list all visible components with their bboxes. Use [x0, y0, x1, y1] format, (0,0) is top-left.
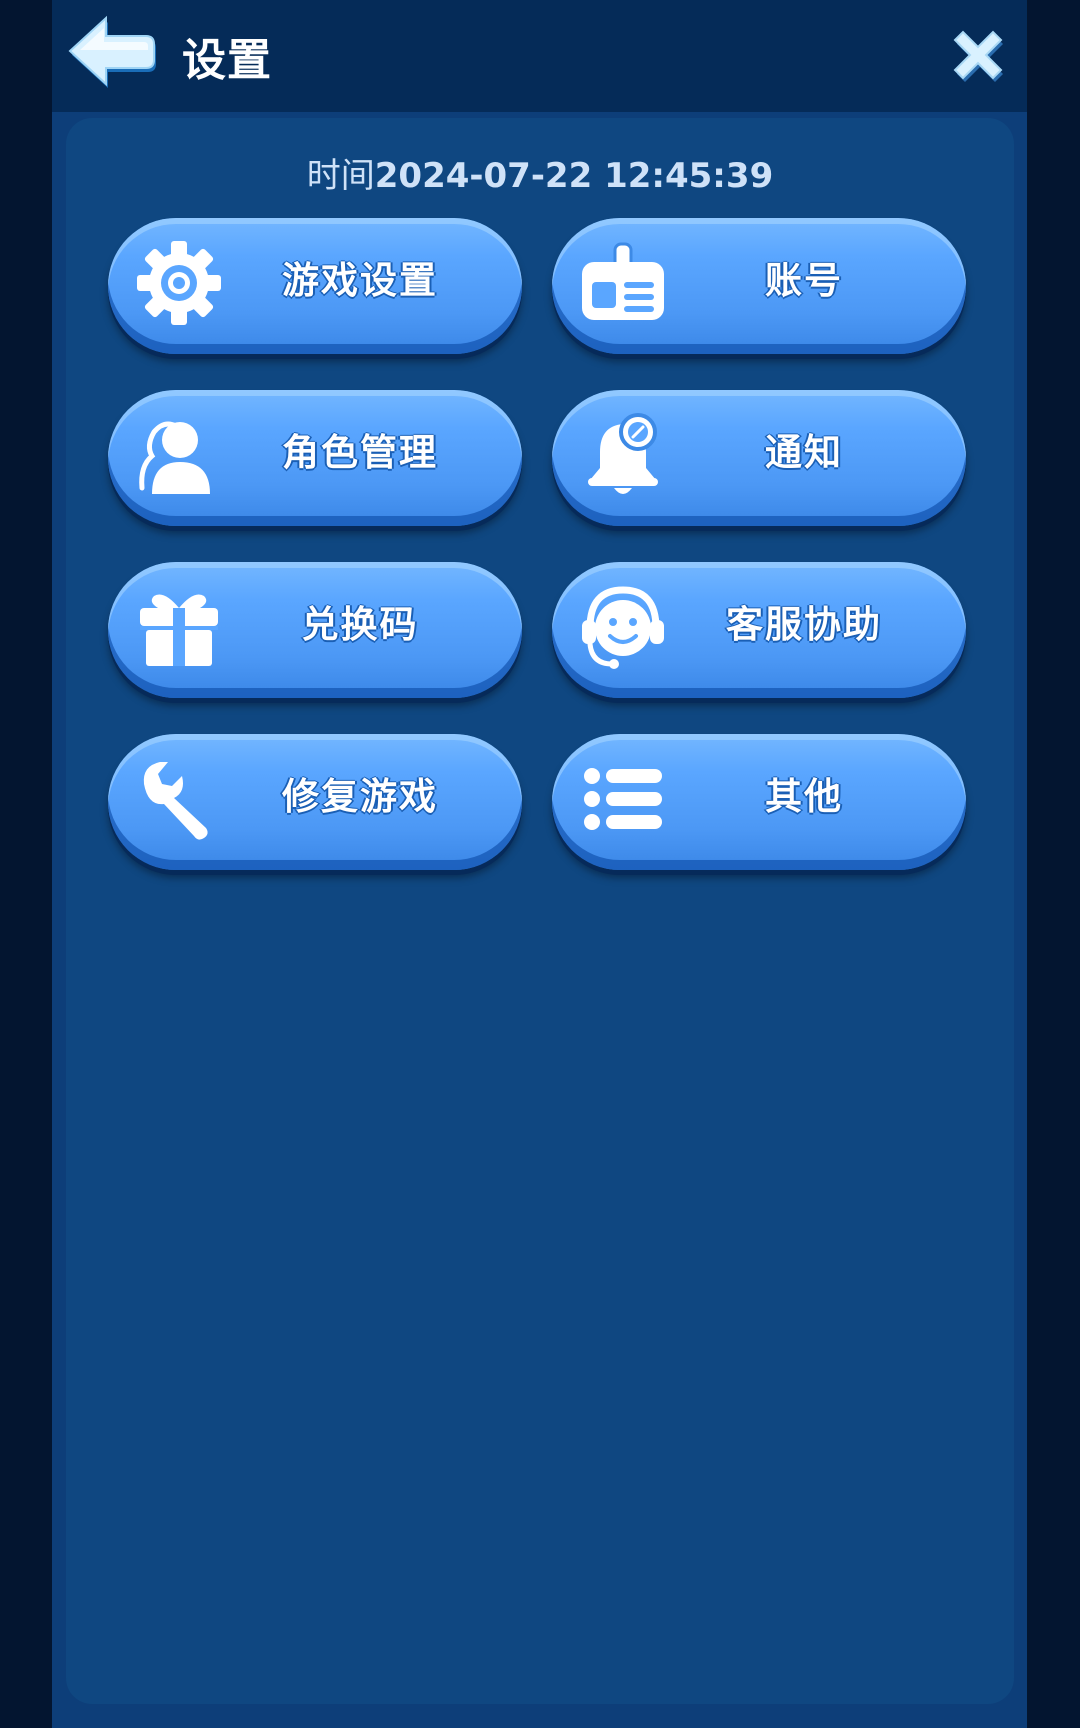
right-edge	[1028, 0, 1080, 1728]
id-card-icon	[582, 242, 664, 320]
gear-icon	[137, 241, 221, 325]
left-edge	[0, 0, 52, 1728]
back-arrow-icon	[68, 15, 156, 88]
close-button[interactable]	[947, 24, 1009, 86]
redeem-code-label: 兑换码	[301, 603, 419, 646]
time-label: 时间	[306, 156, 375, 196]
time-value: 2024-07-22 12:45:39	[374, 156, 774, 196]
gift-icon	[140, 594, 218, 666]
customer-support-label: 客服协助	[726, 603, 882, 646]
character-management-label: 角色管理	[282, 431, 438, 474]
users-icon	[139, 421, 210, 494]
character-management-button[interactable]: 角色管理	[108, 390, 522, 526]
close-icon	[953, 30, 1003, 82]
back-button[interactable]	[66, 12, 158, 90]
header-bar: 设置	[52, 0, 1027, 112]
settings-window: 设置 时间2024-07-22 12:45:39 游戏设置 账号 角色管理 通知…	[52, 0, 1027, 1728]
time-display: 时间2024-07-22 12:45:39	[66, 148, 1014, 197]
headset-icon	[582, 586, 664, 669]
repair-game-button[interactable]: 修复游戏	[108, 734, 522, 870]
page-title: 设置	[182, 35, 272, 86]
game-settings-button[interactable]: 游戏设置	[108, 218, 522, 354]
notifications-button[interactable]: 通知	[552, 390, 966, 526]
customer-support-button[interactable]: 客服协助	[552, 562, 966, 698]
wrench-icon	[143, 762, 208, 840]
notifications-label: 通知	[765, 431, 843, 474]
account-label: 账号	[765, 259, 843, 302]
list-icon	[584, 768, 662, 830]
bell-icon	[588, 413, 658, 494]
other-button[interactable]: 其他	[552, 734, 966, 870]
repair-game-label: 修复游戏	[282, 775, 438, 818]
settings-panel: 时间2024-07-22 12:45:39 游戏设置 账号 角色管理 通知 兑换…	[66, 118, 1014, 1704]
other-label: 其他	[765, 775, 843, 818]
account-button[interactable]: 账号	[552, 218, 966, 354]
game-settings-label: 游戏设置	[282, 259, 438, 302]
redeem-code-button[interactable]: 兑换码	[108, 562, 522, 698]
settings-screen: 设置 时间2024-07-22 12:45:39 游戏设置 账号 角色管理 通知…	[0, 0, 1080, 1728]
